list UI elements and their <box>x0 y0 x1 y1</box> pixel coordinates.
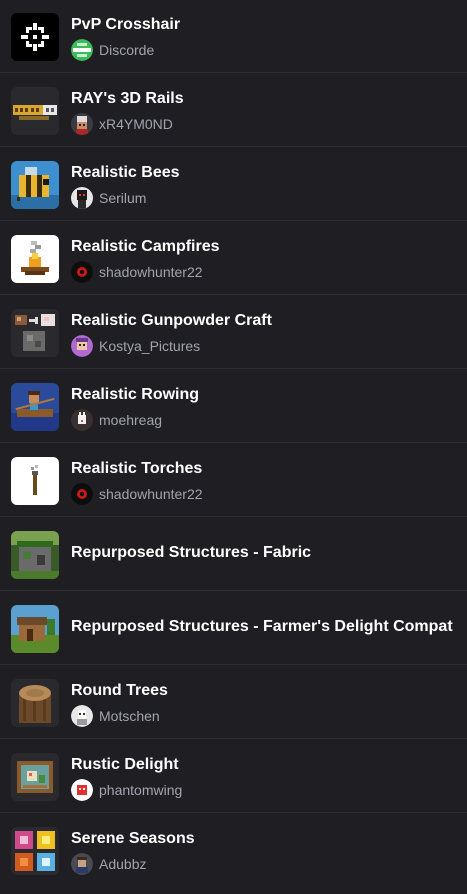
shadowhunter22-avatar <box>71 261 93 283</box>
motschen-avatar <box>71 705 93 727</box>
rowing-boat-icon <box>11 383 59 431</box>
mod-list-item[interactable]: RAY's 3D Rails xR4YM0ND <box>0 72 467 146</box>
author-name: Discorde <box>99 42 155 58</box>
mod-list-item[interactable]: Serene Seasons Adubbz <box>0 812 467 886</box>
mod-title[interactable]: Realistic Bees <box>71 163 180 183</box>
mod-title[interactable]: Round Trees <box>71 681 168 701</box>
mod-list-item[interactable]: Repurposed Structures - Fabric <box>0 516 467 590</box>
mod-title[interactable]: Realistic Campfires <box>71 237 220 257</box>
author-name: shadowhunter22 <box>99 264 203 280</box>
jungle-structure-icon <box>11 531 59 579</box>
author-name: Serilum <box>99 190 147 206</box>
mod-title[interactable]: Rustic Delight <box>71 755 179 775</box>
mod-author[interactable]: shadowhunter22 <box>71 261 203 283</box>
rays-3d-rails-logo <box>11 87 59 135</box>
mod-author[interactable]: Serilum <box>71 187 146 209</box>
author-name: Kostya_Pictures <box>99 338 201 354</box>
mod-author[interactable]: Adubbz <box>71 853 146 875</box>
mod-author[interactable]: phantomwing <box>71 779 182 801</box>
gunpowder-craft-icon <box>11 309 59 357</box>
mod-title[interactable]: Realistic Gunpowder Craft <box>71 311 272 331</box>
mod-title[interactable]: RAY's 3D Rails <box>71 89 184 109</box>
farmhouse-structure-icon <box>11 605 59 653</box>
author-name: shadowhunter22 <box>99 486 203 502</box>
mod-title[interactable]: Realistic Rowing <box>71 385 199 405</box>
campfire-icon <box>11 235 59 283</box>
mod-list-item[interactable]: Realistic Rowing moehreag <box>0 368 467 442</box>
mod-author[interactable]: Motschen <box>71 705 160 727</box>
seasons-icon <box>11 827 59 875</box>
mod-list-item[interactable]: Round Trees Motschen <box>0 664 467 738</box>
log-icon <box>11 679 59 727</box>
mod-list: PvP Crosshair Discorde RAY's 3D Rails xR… <box>0 0 467 886</box>
mod-author[interactable]: Kostya_Pictures <box>71 335 200 357</box>
mod-author[interactable]: shadowhunter22 <box>71 483 203 505</box>
rustic-painting-icon <box>11 753 59 801</box>
mod-title[interactable]: Realistic Torches <box>71 459 202 479</box>
mod-title[interactable]: PvP Crosshair <box>71 15 180 35</box>
author-name: moehreag <box>99 412 163 428</box>
author-name: phantomwing <box>99 782 183 798</box>
mod-list-item[interactable]: PvP Crosshair Discorde <box>0 0 467 72</box>
mod-list-item[interactable]: Rustic Delight phantomwing <box>0 738 467 812</box>
xr4ym0nd-avatar <box>71 113 93 135</box>
adubbz-avatar <box>71 853 93 875</box>
crosshair-icon <box>11 13 59 61</box>
kostya-pictures-avatar <box>71 335 93 357</box>
torch-icon <box>11 457 59 505</box>
shadowhunter22-avatar <box>71 483 93 505</box>
mod-list-item[interactable]: Repurposed Structures - Farmer's Delight… <box>0 590 467 664</box>
mod-list-item[interactable]: Realistic Bees Serilum <box>0 146 467 220</box>
author-name: Motschen <box>99 708 160 724</box>
phantomwing-avatar <box>71 779 93 801</box>
mod-title[interactable]: Repurposed Structures - Fabric <box>71 543 311 563</box>
mod-list-item[interactable]: Realistic Campfires shadowhunter22 <box>0 220 467 294</box>
author-name: Adubbz <box>99 856 147 872</box>
mod-list-item[interactable]: Realistic Torches shadowhunter22 <box>0 442 467 516</box>
moehreag-avatar <box>71 409 93 431</box>
mod-author[interactable]: Discorde <box>71 39 154 61</box>
mod-title[interactable]: Serene Seasons <box>71 829 195 849</box>
mod-author[interactable]: moehreag <box>71 409 162 431</box>
author-name: xR4YM0ND <box>99 116 173 132</box>
serilum-avatar <box>71 187 93 209</box>
mod-list-item[interactable]: Realistic Gunpowder Craft Kostya_Picture… <box>0 294 467 368</box>
mod-title[interactable]: Repurposed Structures - Farmer's Delight… <box>71 617 453 637</box>
mod-author[interactable]: xR4YM0ND <box>71 113 173 135</box>
discorde-avatar <box>71 39 93 61</box>
bee-icon <box>11 161 59 209</box>
